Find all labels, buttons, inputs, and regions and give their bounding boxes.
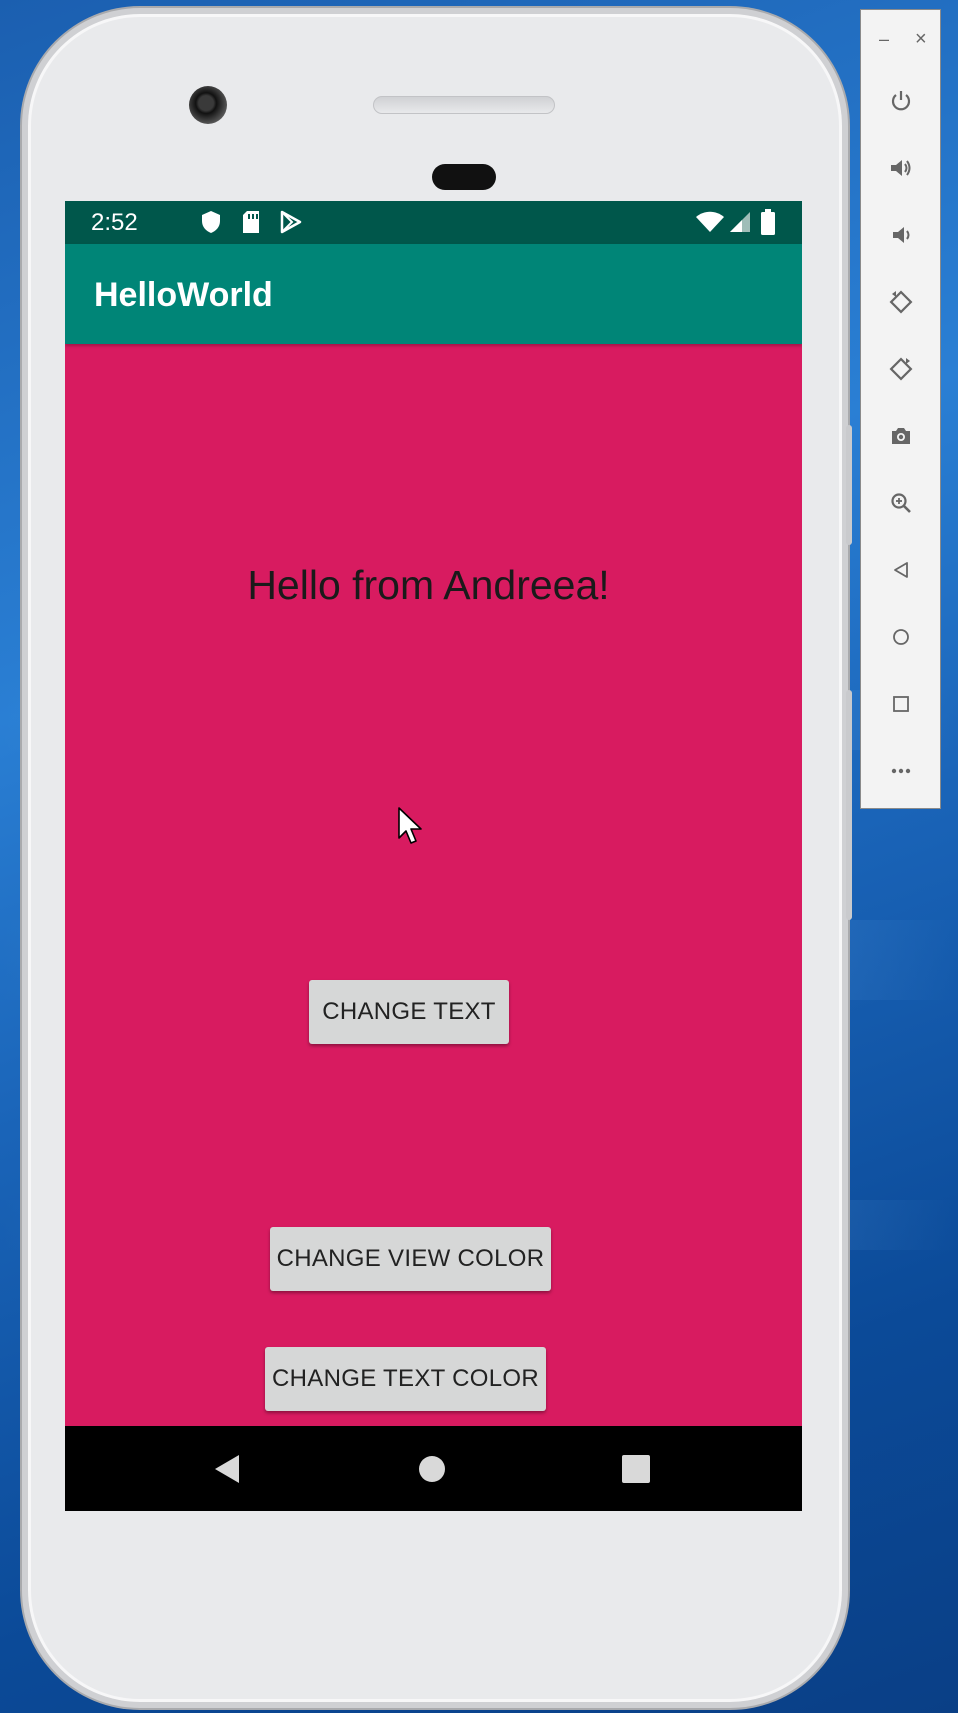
rotate-right-icon <box>889 357 913 381</box>
close-button[interactable]: × <box>915 29 927 49</box>
phone-volume-button <box>846 690 852 920</box>
change-view-color-button[interactable]: CHANGE VIEW COLOR <box>270 1227 551 1291</box>
change-text-button[interactable]: CHANGE TEXT <box>309 980 509 1044</box>
volume-up-button[interactable] <box>861 146 941 190</box>
overview-button[interactable] <box>861 682 941 726</box>
overview-icon <box>893 696 909 712</box>
back-icon <box>894 562 908 578</box>
home-icon <box>419 1455 445 1482</box>
emulator-toolbar: – × <box>860 9 941 809</box>
rotate-right-button[interactable] <box>861 347 941 391</box>
app-title: HelloWorld <box>94 276 273 314</box>
signal-icon <box>730 212 750 232</box>
screenshot-icon <box>892 428 910 444</box>
nav-recents-button[interactable] <box>596 1426 676 1511</box>
screenshot-button[interactable] <box>861 414 941 458</box>
sd-card-icon <box>243 211 259 233</box>
power-button[interactable] <box>861 79 941 123</box>
minimize-button[interactable]: – <box>879 30 889 48</box>
back-icon <box>215 1454 239 1483</box>
back-button[interactable] <box>861 548 941 592</box>
recents-icon <box>622 1454 650 1483</box>
rotate-left-icon <box>889 290 913 314</box>
status-time: 2:52 <box>91 209 138 236</box>
earpiece <box>432 164 496 190</box>
phone-power-button <box>846 425 852 545</box>
status-bar: 2:52 <box>65 201 802 244</box>
volume-down-icon <box>893 227 910 243</box>
more-button[interactable] <box>861 749 941 793</box>
volume-down-button[interactable] <box>861 213 941 257</box>
main-view[interactable]: Hello from Andreea! CHANGE TEXT CHANGE V… <box>65 344 802 1426</box>
battery-icon <box>761 209 775 235</box>
front-camera <box>189 86 227 124</box>
home-button[interactable] <box>861 615 941 659</box>
mouse-cursor-icon <box>398 807 422 844</box>
speaker-grille <box>373 96 555 114</box>
nav-back-button[interactable] <box>187 1426 267 1511</box>
rotate-left-button[interactable] <box>861 280 941 324</box>
shield-icon <box>202 211 220 233</box>
zoom-icon <box>891 493 911 513</box>
power-icon <box>891 91 911 111</box>
change-text-color-button[interactable]: CHANGE TEXT COLOR <box>265 1347 546 1411</box>
device-screen: 2:52 HelloWorld Hello from Andreea! CHAN… <box>65 201 802 1511</box>
app-bar: HelloWorld <box>65 244 802 344</box>
nav-home-button[interactable] <box>392 1426 472 1511</box>
home-icon <box>893 629 909 645</box>
play-store-icon <box>280 210 302 234</box>
navigation-bar <box>65 1426 802 1511</box>
zoom-button[interactable] <box>861 481 941 525</box>
more-icon <box>891 768 911 774</box>
wifi-icon <box>696 211 724 232</box>
volume-up-icon <box>891 160 911 176</box>
hello-text: Hello from Andreea! <box>247 562 610 608</box>
